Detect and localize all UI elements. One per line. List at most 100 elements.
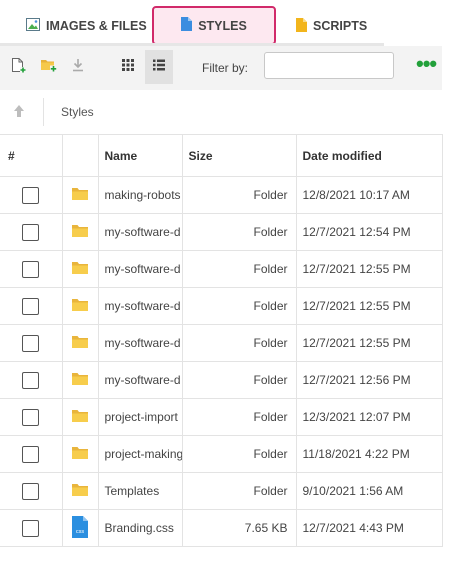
row-select-cell <box>0 176 63 214</box>
row-name[interactable]: project-import <box>97 398 183 436</box>
list-view-icon <box>152 58 166 77</box>
folder-icon <box>71 261 89 278</box>
more-options-icon[interactable]: ••• <box>416 53 437 75</box>
row-icon-cell <box>61 250 99 288</box>
new-folder-button[interactable] <box>34 50 62 84</box>
row-checkbox[interactable] <box>22 519 40 537</box>
row-name[interactable]: my-software-d <box>97 324 183 362</box>
row-checkbox[interactable] <box>22 482 40 500</box>
row-icon-cell <box>61 361 99 399</box>
row-icon-cell <box>61 398 99 436</box>
column-header-name[interactable]: Name <box>97 134 183 177</box>
column-header-date[interactable]: Date modified <box>295 134 443 177</box>
filter-input[interactable] <box>264 52 394 79</box>
row-icon-cell <box>61 213 99 251</box>
grid-view-icon <box>121 58 135 77</box>
new-file-icon <box>10 57 26 78</box>
table-row[interactable]: my-software-d Folder 12/7/2021 12:56 PM <box>0 361 443 399</box>
column-header-number: # <box>0 134 63 177</box>
table-row[interactable]: css Branding.css 7.65 KB 12/7/2021 4:43 PM <box>0 509 443 547</box>
css-badge-label: css <box>76 529 85 535</box>
tab-bar: IMAGES & FILES STYLES SCRIPTS <box>0 0 452 46</box>
file-table: # Name Size Date modified making-robots F… <box>0 134 443 547</box>
row-name[interactable]: my-software-d <box>97 250 183 288</box>
column-header-size[interactable]: Size <box>181 134 297 177</box>
grid-view-button[interactable] <box>114 50 142 84</box>
row-checkbox[interactable] <box>22 408 40 426</box>
row-name[interactable]: my-software-d <box>97 213 183 251</box>
row-select-cell <box>0 472 63 510</box>
table-row[interactable]: Templates Folder 9/10/2021 1:56 AM <box>0 472 443 510</box>
table-row[interactable]: project-import Folder 12/3/2021 12:07 PM <box>0 398 443 436</box>
row-checkbox[interactable] <box>22 297 40 315</box>
row-date: 12/7/2021 12:55 PM <box>295 287 443 325</box>
row-name[interactable]: making-robots <box>97 176 183 214</box>
row-checkbox[interactable] <box>22 186 40 204</box>
list-view-button[interactable] <box>145 50 173 84</box>
row-icon-cell <box>61 324 99 362</box>
row-date: 12/3/2021 12:07 PM <box>295 398 443 436</box>
row-size: Folder <box>181 213 297 251</box>
row-icon-cell <box>61 435 99 473</box>
row-date: 12/8/2021 10:17 AM <box>295 176 443 214</box>
tab-scripts[interactable]: SCRIPTS <box>296 8 367 44</box>
row-size: 7.65 KB <box>181 509 297 547</box>
row-checkbox[interactable] <box>22 334 40 352</box>
new-file-button[interactable] <box>4 50 32 84</box>
tab-images-files[interactable]: IMAGES & FILES <box>26 8 147 44</box>
row-select-cell <box>0 361 63 399</box>
row-date: 12/7/2021 12:54 PM <box>295 213 443 251</box>
row-select-cell <box>0 435 63 473</box>
table-row[interactable]: my-software-d Folder 12/7/2021 12:55 PM <box>0 250 443 288</box>
folder-icon <box>71 409 89 426</box>
file-icon <box>181 17 193 34</box>
tab-styles-label: STYLES <box>198 18 247 33</box>
row-select-cell <box>0 213 63 251</box>
row-size: Folder <box>181 472 297 510</box>
table-header-row: # Name Size Date modified <box>0 134 443 177</box>
row-checkbox[interactable] <box>22 371 40 389</box>
row-icon-cell <box>61 176 99 214</box>
table-row[interactable]: making-robots Folder 12/8/2021 10:17 AM <box>0 176 443 214</box>
row-name[interactable]: project-making <box>97 435 183 473</box>
row-icon-cell: css <box>61 509 99 547</box>
row-name[interactable]: my-software-d <box>97 361 183 399</box>
row-size: Folder <box>181 435 297 473</box>
row-checkbox[interactable] <box>22 260 40 278</box>
folder-icon <box>71 335 89 352</box>
folder-icon <box>71 298 89 315</box>
row-date: 12/7/2021 12:55 PM <box>295 250 443 288</box>
row-name[interactable]: Branding.css <box>97 509 183 547</box>
folder-icon <box>71 483 89 500</box>
breadcrumb-current[interactable]: Styles <box>61 105 94 119</box>
row-checkbox[interactable] <box>22 445 40 463</box>
row-select-cell <box>0 250 63 288</box>
row-name[interactable]: Templates <box>97 472 183 510</box>
table-row[interactable]: my-software-d Folder 12/7/2021 12:55 PM <box>0 324 443 362</box>
folder-icon <box>71 446 89 463</box>
row-name[interactable]: my-software-d <box>97 287 183 325</box>
download-icon <box>71 58 85 77</box>
row-date: 12/7/2021 4:43 PM <box>295 509 443 547</box>
table-row[interactable]: my-software-d Folder 12/7/2021 12:55 PM <box>0 287 443 325</box>
tab-images-files-label: IMAGES & FILES <box>46 19 147 33</box>
tab-scripts-label: SCRIPTS <box>313 19 368 33</box>
table-row[interactable]: project-making Folder 11/18/2021 4:22 PM <box>0 435 443 473</box>
row-date: 12/7/2021 12:56 PM <box>295 361 443 399</box>
row-size: Folder <box>181 398 297 436</box>
download-button[interactable] <box>64 50 92 84</box>
row-date: 9/10/2021 1:56 AM <box>295 472 443 510</box>
filter-label: Filter by: <box>202 61 249 75</box>
row-select-cell <box>0 287 63 325</box>
table-row[interactable]: my-software-d Folder 12/7/2021 12:54 PM <box>0 213 443 251</box>
folder-icon <box>71 187 89 204</box>
column-header-icon <box>61 134 99 177</box>
row-size: Folder <box>181 176 297 214</box>
up-arrow-icon[interactable] <box>12 103 26 124</box>
tab-styles[interactable]: STYLES <box>152 6 276 45</box>
folder-icon <box>71 372 89 389</box>
css-file-icon: css <box>71 515 89 541</box>
row-checkbox[interactable] <box>22 223 40 241</box>
row-date: 11/18/2021 4:22 PM <box>295 435 443 473</box>
row-select-cell <box>0 324 63 362</box>
